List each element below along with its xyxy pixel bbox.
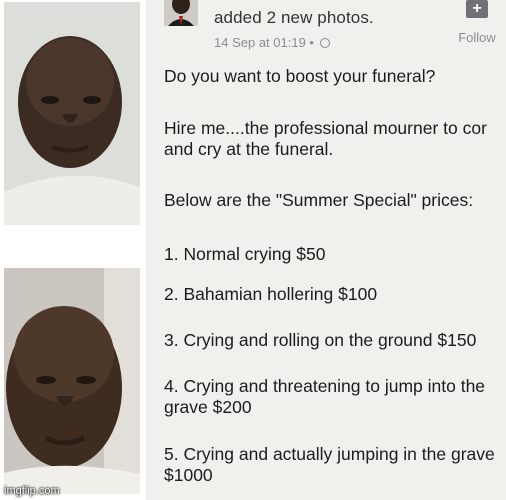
post-hire-paragraph: Hire me....the professional mourner to c… (164, 118, 487, 160)
post-action-text: added 2 new photos. (214, 8, 374, 27)
mourner-photo-neutral[interactable] (4, 2, 140, 225)
post-hire-line: Hire me....the professional mourner to c… (164, 118, 487, 138)
price-item-line: 4. Crying and threatening to jump into t… (164, 376, 486, 396)
facebook-post: added 2 new photos. 14 Sep at 01:19 • + … (146, 0, 506, 500)
photo-column: imgflip.com (0, 0, 146, 500)
follow-button[interactable]: + Follow (454, 0, 500, 45)
price-item: 4. Crying and threatening to jump into t… (164, 376, 485, 418)
price-item: 5. Crying and actually jumping in the gr… (164, 444, 495, 486)
post-timestamp[interactable]: 14 Sep at 01:19 • (214, 35, 314, 50)
mourner-photo-crying[interactable] (4, 268, 140, 494)
watermark: imgflip.com (4, 485, 60, 497)
price-item-line: $1000 (164, 465, 213, 485)
post-hire-line: and cry at the funeral. (164, 139, 334, 159)
avatar[interactable] (164, 0, 198, 26)
post-meta: 14 Sep at 01:19 • (214, 35, 330, 50)
price-item: 3. Crying and rolling on the ground $150 (164, 330, 477, 350)
post-prices-intro: Below are the "Summer Special" prices: (164, 190, 474, 210)
post-question: Do you want to boost your funeral? (164, 66, 436, 86)
price-item-line: 5. Crying and actually jumping in the gr… (164, 444, 495, 464)
follow-label: Follow (458, 30, 496, 45)
price-item: 2. Bahamian hollering $100 (164, 284, 378, 304)
price-item: 1. Normal crying $50 (164, 244, 326, 264)
follow-plus-icon: + (466, 0, 488, 18)
price-item-line: grave $200 (164, 397, 252, 417)
globe-icon (319, 37, 330, 48)
